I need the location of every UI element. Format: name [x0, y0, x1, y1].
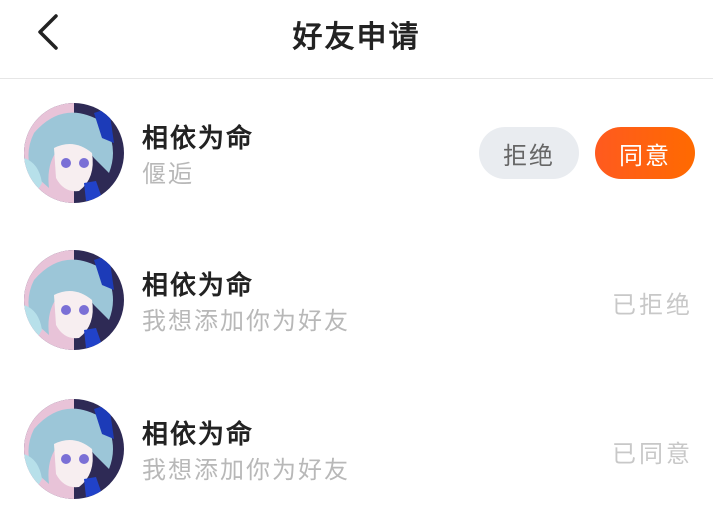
- status-label: 已同意: [612, 440, 693, 468]
- request-message: 我想添加你为好友: [142, 307, 350, 335]
- top-bar: 好友申请: [0, 0, 713, 79]
- avatar[interactable]: [24, 103, 124, 203]
- requester-name: 相依为命: [142, 124, 255, 154]
- requester-name: 相依为命: [142, 420, 255, 450]
- status-label: 已拒绝: [612, 291, 693, 319]
- request-message: 我想添加你为好友: [142, 456, 350, 484]
- avatar[interactable]: [24, 399, 124, 499]
- list-item: 相依为命 偃逅 拒绝 同意: [0, 98, 713, 208]
- accept-button[interactable]: 同意: [595, 127, 695, 179]
- list-item: 相依为命 我想添加你为好友 已同意: [0, 396, 713, 506]
- reject-button[interactable]: 拒绝: [479, 127, 579, 179]
- list-item: 相依为命 我想添加你为好友 已拒绝: [0, 247, 713, 357]
- avatar[interactable]: [24, 250, 124, 350]
- requester-name: 相依为命: [142, 271, 255, 301]
- request-message: 偃逅: [142, 160, 194, 188]
- page-title: 好友申请: [292, 20, 421, 55]
